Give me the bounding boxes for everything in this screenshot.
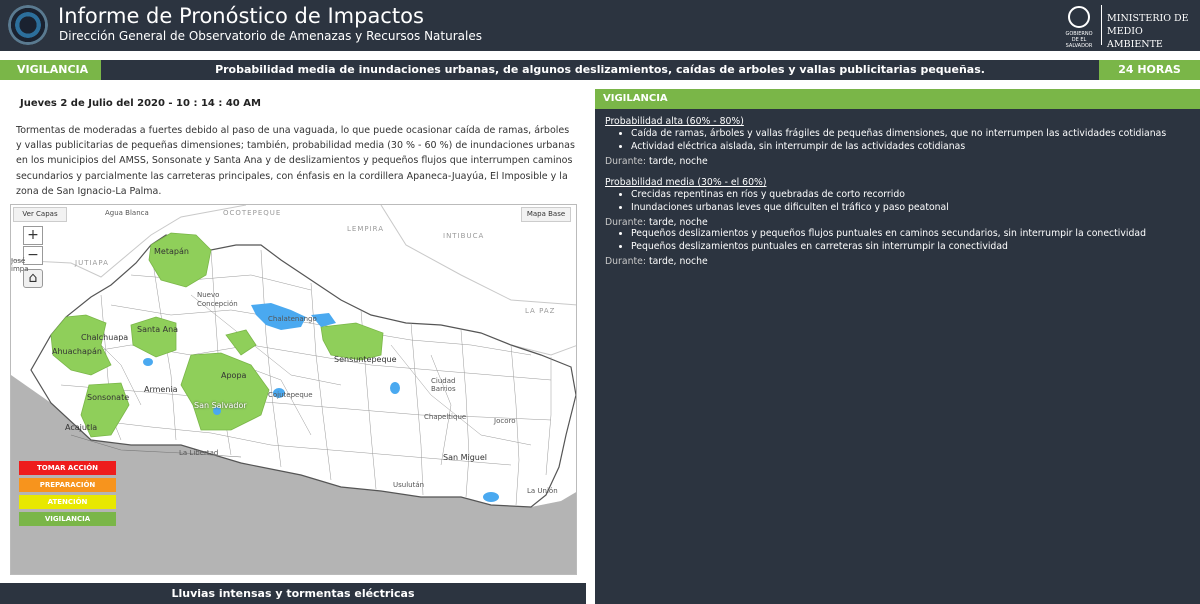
map-label-ocotepeque: OCOTEPEQUE <box>223 209 282 217</box>
map-label-metapan: Metapán <box>154 247 189 256</box>
ministry-line-1: MINISTERIO DE <box>1107 13 1189 24</box>
map-label-lempira: LEMPIRA <box>347 225 385 233</box>
durante-label: Durante: <box>605 217 646 228</box>
high-probability-title: Probabilidad alta (60% - 80%) <box>605 116 744 127</box>
map-label-ciudad-barrios: Ciudad Barrios <box>431 377 456 393</box>
durante-label: Durante: <box>605 256 646 267</box>
durante-value: tarde, noche <box>648 217 708 228</box>
report-date: Jueves 2 de Julio del 2020 - 10 : 14 : 4… <box>20 98 261 109</box>
legend-item: VIGILANCIA <box>19 512 116 526</box>
basemap-button[interactable]: Mapa Base <box>521 207 571 222</box>
alert-level-badge: VIGILANCIA <box>0 60 101 80</box>
map-label-agua-blanca: Agua Blanca <box>105 209 149 217</box>
map-label-armenia: Armenia <box>144 385 178 394</box>
report-description: Tormentas de moderadas a fuertes debido … <box>16 125 575 197</box>
list-item: Caída de ramas, árboles y vallas frágile… <box>631 128 1166 141</box>
map-label-jose: José <box>11 257 26 265</box>
alert-legend: TOMAR ACCIÓN PREPARACIÓN ATENCIÓN VIGILA… <box>19 461 116 529</box>
durante-row: Durante: tarde, noche <box>605 256 1146 267</box>
map-label-apopa: Apopa <box>221 371 247 380</box>
durante-row: Durante: tarde, noche <box>605 217 1146 228</box>
impact-details-panel: VIGILANCIA Probabilidad alta (60% - 80%)… <box>595 89 1200 604</box>
ministry-name: MINISTERIO DE MEDIO AMBIENTE <box>1107 12 1200 51</box>
observatory-logo-icon <box>8 5 48 45</box>
durante-value: tarde, noche <box>648 256 708 267</box>
map-label-acajutla: Acajutla <box>65 423 98 432</box>
map-label-san-salvador: San Salvador <box>194 401 247 410</box>
durante-label: Durante: <box>605 156 646 167</box>
map-label-chalatenango: Chalatenango <box>268 315 317 323</box>
map-label-nueva-concepcion: Nuevo Concepción <box>197 291 238 308</box>
map-label-impa: impa <box>11 265 29 273</box>
list-item: Crecidas repentinas en ríos y quebradas … <box>631 189 1146 202</box>
map-label-santa-ana: Santa Ana <box>137 325 179 334</box>
durante-value: tarde, noche <box>648 156 708 167</box>
map-label-sonsonate: Sonsonate <box>87 393 130 402</box>
zoom-in-button[interactable]: + <box>23 226 43 245</box>
list-item: Inundaciones urbanas leves que dificulte… <box>631 202 1146 215</box>
map-label-sensuntepeque: Sensuntepeque <box>334 355 397 364</box>
map-label-cojutepeque: Cojutepeque <box>268 391 313 399</box>
header-divider <box>1101 5 1102 45</box>
map-label-chalchuapa: Chalchuapa <box>81 333 129 342</box>
map-label-la-paz: LA PAZ <box>525 307 556 315</box>
gov-seal-text: GOBIERNO DE EL SALVADOR <box>1065 31 1093 49</box>
map-label-jutiapa: JUTIAPA <box>75 259 109 267</box>
alert-hours-badge: 24 HORAS <box>1099 60 1200 80</box>
panel-heading: VIGILANCIA <box>595 89 1200 109</box>
hazard-title: Lluvias intensas y tormentas eléctricas <box>0 583 586 604</box>
app-header: Informe de Pronóstico de Impactos Direcc… <box>0 0 1200 51</box>
map-label-intibuca: INTIBUCA <box>443 232 485 240</box>
list-item: Pequeños deslizamientos y pequeños flujo… <box>631 228 1146 241</box>
impact-map[interactable]: Ver Capas Mapa Base + − ⌂ Agua Blanca OC… <box>10 204 577 575</box>
durante-row: Durante: tarde, noche <box>605 156 1166 167</box>
map-label-la-union: La Unión <box>527 487 558 495</box>
medium-probability-section: Probabilidad media (30% - el 60%) Crecid… <box>605 177 1146 267</box>
map-label-usulutan: Usulután <box>393 481 425 489</box>
ministry-line-2: MEDIO AMBIENTE <box>1107 26 1163 50</box>
list-item: Pequeños deslizamientos puntuales en car… <box>631 241 1146 254</box>
layers-button[interactable]: Ver Capas <box>13 207 67 222</box>
map-label-ahuachapan: Ahuachapán <box>52 347 102 356</box>
zoom-out-button[interactable]: − <box>23 246 43 265</box>
app-subtitle: Dirección General de Observatorio de Ame… <box>59 29 482 43</box>
map-label-la-libertad: La Libertad <box>179 449 219 457</box>
government-seal-icon: GOBIERNO DE EL SALVADOR <box>1064 6 1094 49</box>
legend-item: ATENCIÓN <box>19 495 116 509</box>
app-title: Informe de Pronóstico de Impactos <box>58 4 424 28</box>
list-item: Actividad eléctrica aislada, sin interru… <box>631 141 1166 154</box>
map-label-jocoro: Jocoro <box>494 417 516 425</box>
legend-item: PREPARACIÓN <box>19 478 116 492</box>
alert-message: Probabilidad media de inundaciones urban… <box>215 63 985 76</box>
medium-probability-title: Probabilidad media (30% - el 60%) <box>605 177 767 188</box>
high-probability-section: Probabilidad alta (60% - 80%) Caída de r… <box>605 116 1166 167</box>
map-label-chapeltique: Chapeltique <box>424 413 467 421</box>
map-label-san-miguel: San Miguel <box>443 453 488 462</box>
legend-item: TOMAR ACCIÓN <box>19 461 116 475</box>
